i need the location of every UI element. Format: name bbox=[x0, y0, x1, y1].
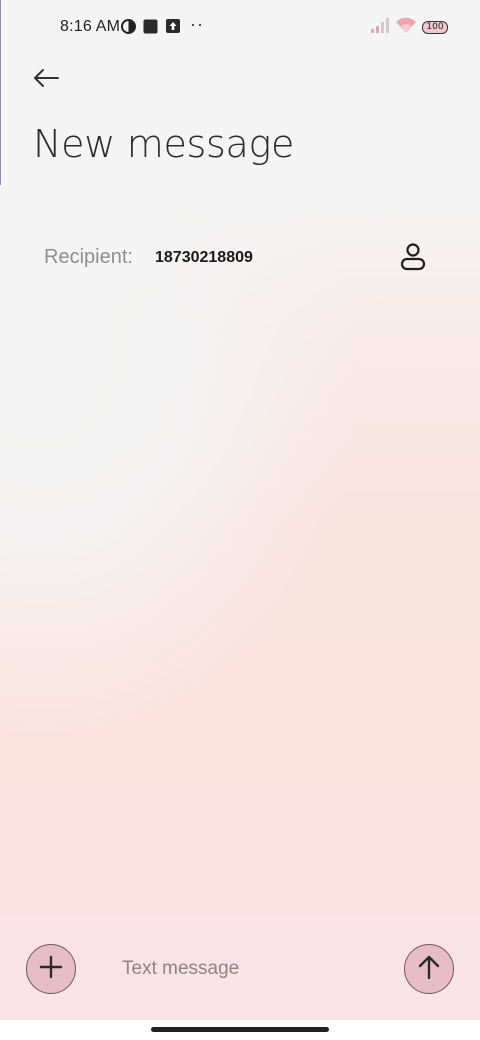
plus-icon bbox=[39, 955, 63, 984]
attach-button[interactable] bbox=[26, 944, 76, 994]
navigation-bar bbox=[0, 1020, 480, 1040]
page-title: New message bbox=[33, 122, 295, 166]
battery-icon: 100 bbox=[422, 21, 448, 34]
more-notifications-icon: ·· bbox=[190, 14, 204, 34]
recipient-label: Recipient: bbox=[44, 246, 133, 268]
back-button[interactable] bbox=[28, 62, 64, 98]
upload-notification-icon bbox=[166, 19, 180, 38]
status-time: 8:16 AM bbox=[60, 18, 121, 35]
data-saver-icon bbox=[121, 19, 136, 39]
person-icon bbox=[400, 242, 426, 276]
message-input[interactable] bbox=[110, 949, 380, 989]
wifi-icon bbox=[395, 17, 417, 40]
recipient-value[interactable]: 18730218809 bbox=[155, 249, 253, 267]
compose-bar bbox=[0, 915, 480, 1020]
select-contact-button[interactable] bbox=[396, 242, 430, 276]
send-button[interactable] bbox=[404, 944, 454, 994]
home-indicator[interactable] bbox=[151, 1027, 329, 1032]
status-bar: 8:16 AM ·· 100 bbox=[0, 0, 480, 56]
arrow-up-icon bbox=[417, 954, 441, 985]
recipient-row[interactable]: Recipient: 18730218809 bbox=[0, 236, 480, 280]
signal-icon bbox=[370, 18, 390, 39]
arrow-left-icon bbox=[33, 68, 59, 93]
square-notification-icon bbox=[143, 19, 158, 39]
